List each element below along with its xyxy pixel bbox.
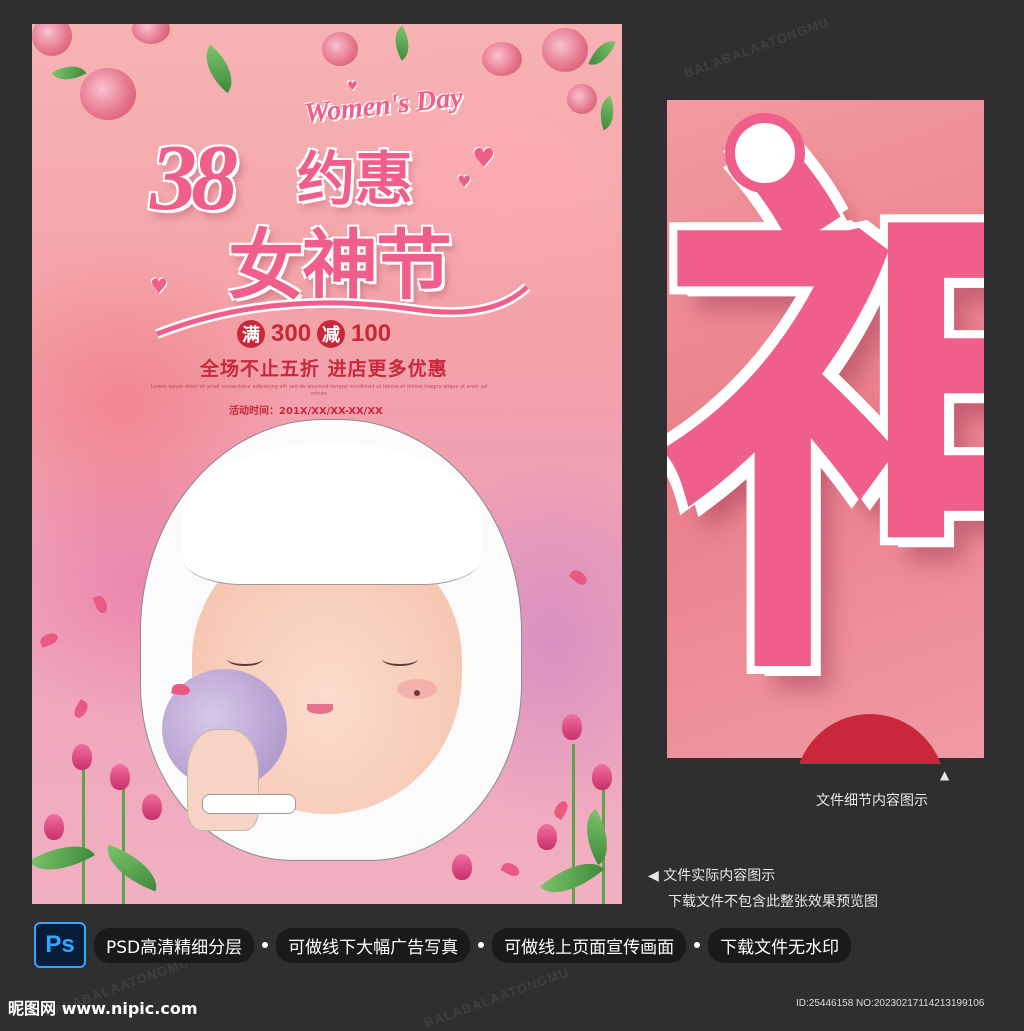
promo-man-badge: 满 xyxy=(237,320,265,348)
petal-decoration xyxy=(568,567,590,588)
heart-icon: ♥ xyxy=(347,79,358,93)
poster-preview: Women's Day 38 约惠 女神节 ♥ ♥ ♥ ♥ 满 300 减 10… xyxy=(32,24,622,904)
petal-decoration xyxy=(92,594,110,615)
leaf-decoration xyxy=(386,25,418,61)
beauty-mark xyxy=(414,690,420,696)
note-line1: ◀ 文件实际内容图示 xyxy=(648,868,776,884)
detail-character: 神 xyxy=(667,100,984,746)
bullet-icon xyxy=(478,942,485,948)
promo-amount-300: 300 xyxy=(271,320,312,347)
rose-decoration xyxy=(322,32,358,66)
flower-icon xyxy=(725,113,805,193)
watermark: BALABALAATONGMU xyxy=(682,14,832,81)
promo-amount-100: 100 xyxy=(351,320,392,347)
leaf-decoration xyxy=(588,35,616,71)
feature-pill: 下载文件无水印 xyxy=(708,927,852,963)
rose-decoration xyxy=(567,84,597,114)
title-english: Women's Day xyxy=(302,81,465,130)
up-arrow-icon: ▲ xyxy=(940,768,950,782)
tulip-decoration xyxy=(72,744,92,770)
stem-decoration xyxy=(82,764,85,904)
feature-pill: 可做线上页面宣传画面 xyxy=(492,927,687,963)
leaf-decoration xyxy=(99,844,165,892)
stem-decoration xyxy=(122,784,125,904)
event-date: 活动时间：201X/XX/XX-XX/XX xyxy=(229,406,383,417)
petal-decoration xyxy=(500,860,522,879)
detail-zoom-panel: 神 xyxy=(667,100,984,758)
feature-pill: PSD高清精细分层 xyxy=(94,927,255,963)
leaf-decoration xyxy=(593,95,621,131)
rose-decoration xyxy=(542,28,588,72)
tulip-decoration xyxy=(142,794,162,820)
petal-decoration xyxy=(71,698,91,721)
photoshop-icon: Ps xyxy=(34,922,86,968)
note-line2: 下载文件不包含此整张效果预览图 xyxy=(668,894,878,910)
tulip-decoration xyxy=(592,764,612,790)
wrist-band xyxy=(202,794,296,814)
feature-bar: Ps PSD高清精细分层 可做线下大幅广告写真 可做线上页面宣传画面 下载文件无… xyxy=(34,922,852,968)
leaf-decoration xyxy=(573,808,621,866)
girl-eye-left xyxy=(227,652,263,666)
tulip-decoration xyxy=(44,814,64,840)
detail-red-circle xyxy=(795,714,945,764)
bullet-icon xyxy=(262,942,269,948)
leaf-decoration xyxy=(193,44,245,94)
rose-decoration xyxy=(80,68,136,120)
promo-subtitle: 全场不止五折 进店更多优惠 xyxy=(200,358,448,380)
tulip-decoration xyxy=(110,764,130,790)
rose-decoration xyxy=(482,42,522,76)
leaf-decoration xyxy=(32,830,95,886)
heart-icon: ♥ xyxy=(472,144,496,174)
tulip-decoration xyxy=(562,714,582,740)
rose-decoration xyxy=(32,24,72,56)
watermark: BALABALAATONGMU xyxy=(422,964,572,1031)
image-id: ID:25446158 NO:20230217114213199106 xyxy=(796,998,985,1009)
feature-pill: 可做线下大幅广告写真 xyxy=(276,927,471,963)
filler-text: Lorem ipsum dolor sit amet consectetur a… xyxy=(150,384,487,397)
site-logo[interactable]: 昵图网 www.nipic.com xyxy=(8,995,198,1019)
blush xyxy=(397,679,437,699)
petal-decoration xyxy=(551,798,571,821)
petal-decoration xyxy=(38,631,60,648)
heart-icon: ♥ xyxy=(457,172,472,191)
tulip-decoration xyxy=(537,824,557,850)
girl-eye-right xyxy=(382,652,418,666)
promo-line: 满 300 减 100 xyxy=(237,320,391,348)
preview-note: ◀ 文件实际内容图示 下载文件不包含此整张效果预览图 xyxy=(648,863,878,915)
girl-bangs xyxy=(182,444,482,585)
girl-mouth xyxy=(307,704,333,714)
rose-decoration xyxy=(132,24,170,44)
promo-jian-badge: 减 xyxy=(317,320,346,348)
tulip-decoration xyxy=(452,854,472,880)
girl-hand xyxy=(187,729,259,831)
detail-caption: 文件细节内容图示 xyxy=(816,793,928,809)
bullet-icon xyxy=(694,942,701,948)
title-number: 38 xyxy=(150,126,238,230)
